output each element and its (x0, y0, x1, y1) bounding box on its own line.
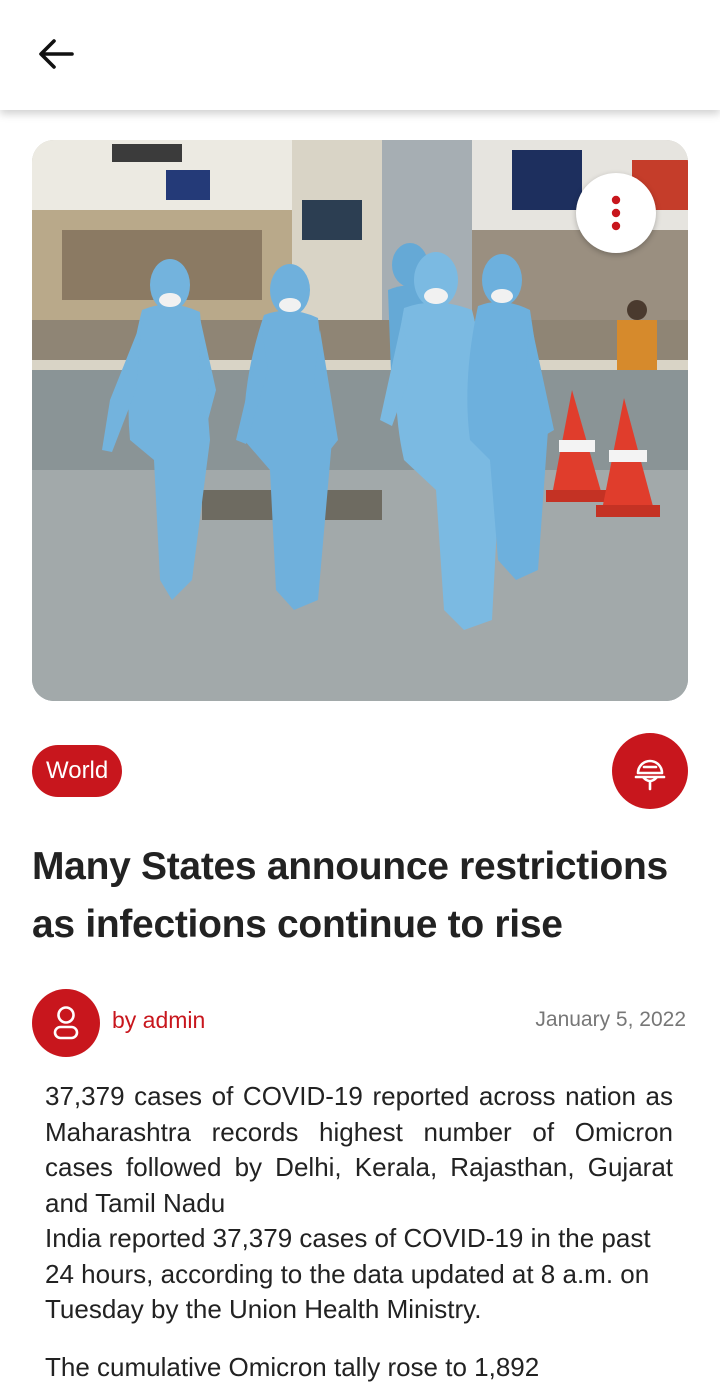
publish-date: January 5, 2022 (535, 1008, 686, 1031)
category-chip[interactable]: World (32, 745, 123, 797)
article-title: Many States announce restrictions as inf… (32, 845, 668, 946)
article-paragraph: The cumulative Omicron tally rose to 1,8… (45, 1351, 540, 1382)
article-paragraph: India reported 37,379 cases of COVID-19 … (45, 1223, 651, 1324)
listen-button[interactable] (612, 733, 688, 809)
vertical-dots-icon (611, 195, 621, 231)
podcast-mic-icon (634, 759, 666, 791)
user-icon (53, 1006, 79, 1040)
article-paragraph: 37,379 cases of COVID-19 reported across… (45, 1081, 673, 1218)
more-options-button[interactable] (576, 173, 656, 253)
author-avatar[interactable] (32, 989, 100, 1057)
back-button[interactable] (24, 30, 88, 78)
arrow-left-icon (39, 39, 74, 69)
app-bar (0, 0, 720, 110)
article-body: 37,379 cases of COVID-19 reported across… (45, 1079, 673, 1389)
author-name[interactable]: by admin (112, 1007, 205, 1034)
